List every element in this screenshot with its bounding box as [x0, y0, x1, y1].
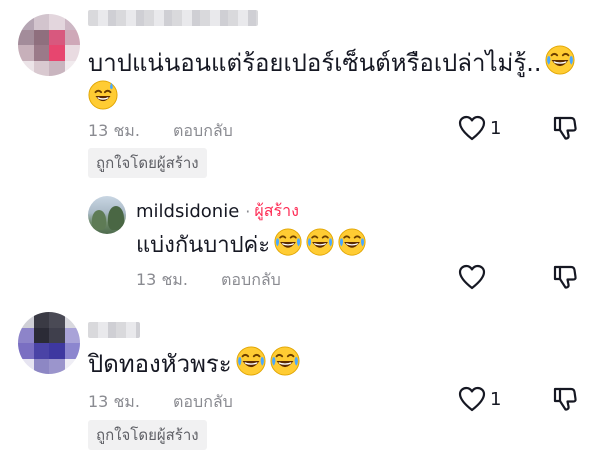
heart-icon	[458, 386, 486, 412]
dislike-button[interactable]	[552, 386, 578, 412]
liked-by-creator-badge: ถูกใจโดยผู้สร้าง	[88, 148, 207, 178]
username-blurred[interactable]	[88, 10, 258, 26]
reply-button[interactable]: ตอบกลับ	[173, 121, 233, 140]
reply-meta: 13 ชม. ตอบกลับ	[136, 268, 281, 293]
comment-time: 13 ชม.	[88, 121, 140, 140]
reply-button[interactable]: ตอบกลับ	[221, 270, 281, 289]
laughing-tears-emoji	[338, 228, 366, 256]
laughing-tears-emoji	[270, 346, 300, 376]
reply-header: mildsidonie · ผู้สร้าง	[136, 199, 299, 224]
reply-text-content: แบ่งกันบาปค่ะ	[136, 233, 271, 258]
reply-text: แบ่งกันบาปค่ะ	[136, 228, 366, 261]
comment-text-content: บาปแน่นอนแต่ร้อยเปอร์เซ็นต์หรือเปล่าไม่ร…	[88, 49, 542, 77]
comment-meta: 13 ชม. ตอบกลับ	[88, 119, 233, 144]
reply-button[interactable]: ตอบกลับ	[173, 392, 233, 411]
dislike-button[interactable]	[552, 115, 578, 141]
like-count: 1	[490, 388, 502, 410]
avatar[interactable]	[18, 14, 80, 76]
avatar[interactable]	[18, 312, 80, 374]
reply-time: 13 ชม.	[136, 270, 188, 289]
grinning-sweat-emoji	[88, 80, 118, 114]
laughing-tears-emoji	[236, 346, 266, 376]
separator-dot: ·	[245, 202, 251, 221]
comment-time: 13 ชม.	[88, 392, 140, 411]
heart-icon	[458, 264, 486, 290]
comment-meta: 13 ชม. ตอบกลับ	[88, 390, 233, 415]
reply-username[interactable]: mildsidonie	[136, 201, 239, 222]
laughing-tears-emoji	[545, 45, 575, 75]
heart-icon	[458, 115, 486, 141]
thumbs-down-icon	[552, 264, 578, 290]
thumbs-down-icon	[552, 115, 578, 141]
like-count: 1	[490, 117, 502, 139]
liked-by-creator-badge: ถูกใจโดยผู้สร้าง	[88, 420, 207, 450]
comment-text: บาปแน่นอนแต่ร้อยเปอร์เซ็นต์หรือเปล่าไม่ร…	[88, 45, 575, 79]
laughing-tears-emoji	[274, 228, 302, 256]
username-blurred[interactable]	[88, 322, 140, 338]
like-button[interactable]: 1	[458, 115, 501, 141]
reply-avatar[interactable]	[88, 196, 126, 234]
thumbs-down-icon	[552, 386, 578, 412]
comment-text: ปิดทองหัวพระ	[88, 346, 300, 380]
dislike-button[interactable]	[552, 264, 578, 290]
like-button[interactable]: 1	[458, 386, 501, 412]
like-button[interactable]	[458, 264, 486, 290]
comment-text-content: ปิดทองหัวพระ	[88, 350, 232, 378]
laughing-tears-emoji	[306, 228, 334, 256]
creator-badge: ผู้สร้าง	[254, 201, 299, 220]
